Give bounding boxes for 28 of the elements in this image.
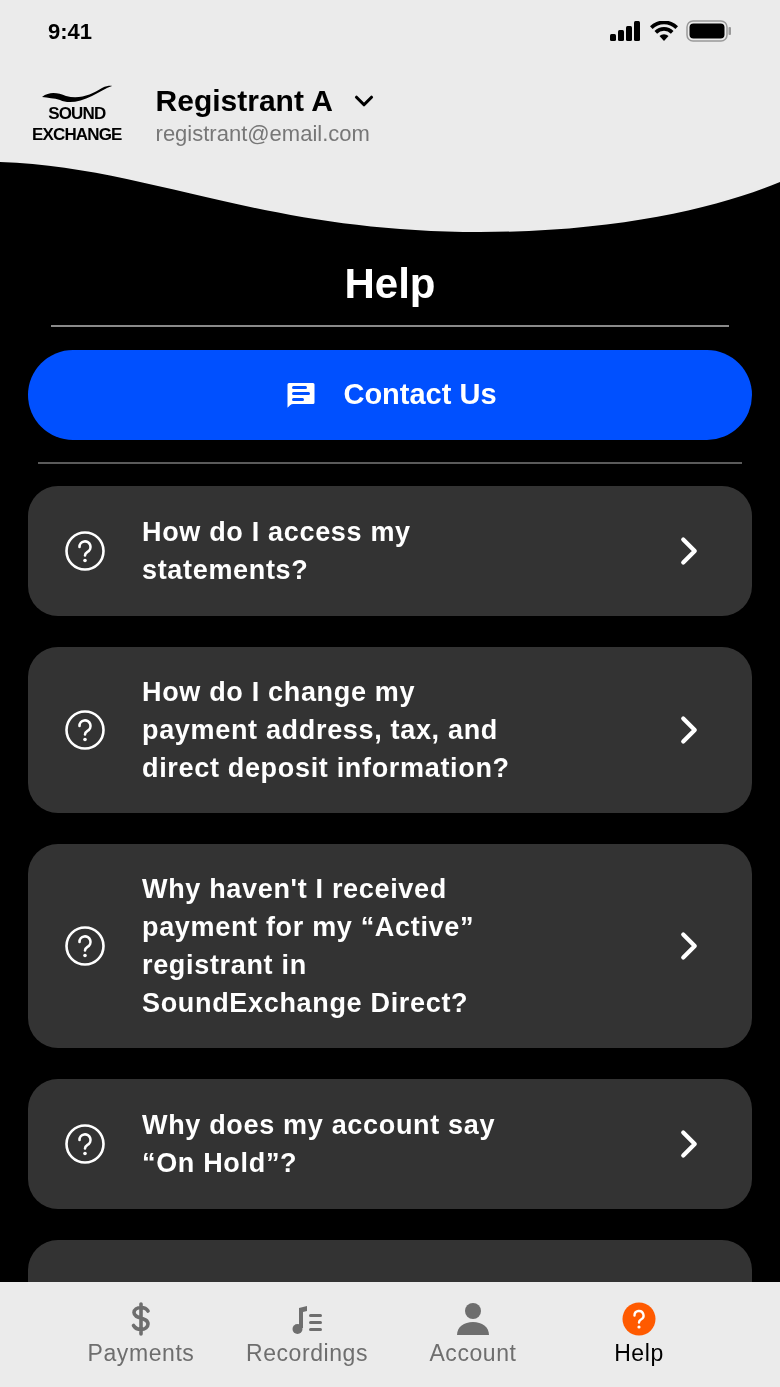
faq-question: Why does my account say “On Hold”? <box>142 1109 497 1180</box>
wifi-icon <box>650 21 678 41</box>
page-title: Help <box>344 259 436 309</box>
faq-card[interactable]: Why haven't I received payment for my “Active” registrant in SoundExchange Direct? <box>28 844 752 1048</box>
account-email: registrant@email.com <box>155 120 371 148</box>
faq-card[interactable]: How do I change my payment address, tax, and direct deposit information? <box>28 647 752 813</box>
help-icon <box>64 530 106 572</box>
faq-card[interactable]: How do I access my statements? <box>28 486 752 616</box>
faq-question: How do I change my payment address, tax, and direct deposit information? <box>142 676 511 785</box>
account-switcher[interactable]: Registrant A <box>155 82 379 120</box>
contact-us-button[interactable]: Contact Us <box>28 350 752 440</box>
battery-icon <box>686 20 732 42</box>
help-icon <box>622 1302 656 1336</box>
tab-bar-item[interactable]: Recordings <box>224 1302 390 1387</box>
tab-bar-item[interactable]: Payments <box>58 1302 224 1387</box>
faq-card[interactable]: Why does my account say “On Hold”? <box>28 1079 752 1209</box>
help-icon <box>64 925 106 967</box>
faq-question: How do I access my statements? <box>142 516 412 587</box>
status-time: 9:41 <box>48 17 93 46</box>
tab-bar-item[interactable]: Help <box>556 1302 722 1387</box>
faq-question: Why haven't I received payment for my “Active” registrant in SoundExchange Direct? <box>142 873 476 1020</box>
signal-icon <box>610 21 642 41</box>
tab-bar-item[interactable]: Account <box>390 1302 556 1387</box>
person-icon <box>456 1302 490 1336</box>
help-icon <box>64 709 106 751</box>
dollar-icon <box>130 1302 152 1336</box>
help-icon <box>64 1123 106 1165</box>
logo: SOUND EXCHANGE <box>30 85 124 145</box>
